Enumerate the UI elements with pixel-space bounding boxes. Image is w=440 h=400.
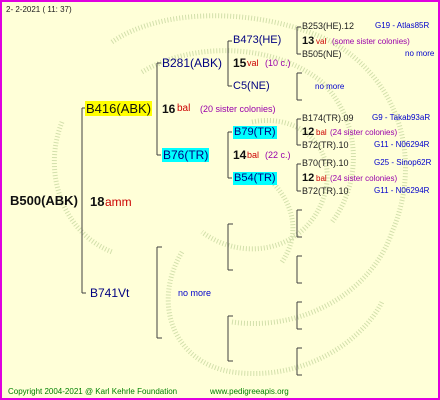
g2-b-queen-name[interactable]: B76(TR) [162,148,210,162]
g4-a1-queen-name[interactable]: B253(HE).12 [302,22,354,31]
g4-c2-sister-note: (24 sister colonies) [330,128,398,137]
g4-c2-line-code: bal [316,128,327,137]
g1-bottom-queen-name[interactable]: B741Vt [90,287,129,299]
g1-top-queen-name[interactable]: B416(ABK) [85,101,153,116]
g4-c1-queen-name[interactable]: B174(TR).09 [302,114,354,123]
g3-a-generation-number: 15 [233,56,247,70]
pedigree-chart: 2- 2-2021 ( 11: 37) B500(ABK) 18 amm B41… [0,0,440,400]
g3-c-generation-number: 14 [233,148,247,162]
root-queen-name[interactable]: B500(ABK) [10,194,78,207]
g4-d2-generation-number: 12 [302,172,315,184]
g3-b-queen-name[interactable]: C5(NE) [233,81,270,92]
g1-top-sister-note: (20 sister colonies) [200,104,276,114]
g4-a3-queen-name[interactable]: B505(NE) [302,50,342,59]
g4-c2-generation-number: 12 [302,126,315,138]
g4-c3-reference: G11 - N06294R [374,140,430,149]
g3-d-queen-name[interactable]: B54(TR) [233,172,277,185]
g4-d3-queen-name[interactable]: B72(TR).10 [302,187,349,196]
g4-d1-reference: G25 - Sinop62R [374,158,432,167]
g4-a2-generation-number: 13 [302,35,315,47]
g4-d1-queen-name[interactable]: B70(TR).10 [302,159,349,168]
g4-d2-sister-note: (24 sister colonies) [330,174,398,183]
root-generation-number: 18 [90,194,105,209]
g4-b1-no-more: no more [315,82,345,91]
g4-c3-queen-name[interactable]: B72(TR).10 [302,141,349,150]
date-header: 2- 2-2021 ( 11: 37) [6,5,72,14]
g4-a3-reference: no more [405,49,435,58]
g3-a-queen-name[interactable]: B473(HE) [233,35,281,46]
g3-c-line-code: bal [247,150,260,160]
g1-bottom-no-more: no more [178,288,212,298]
website-link[interactable]: www.pedigreeapis.org [210,388,289,396]
g3-a-line-code: val [247,58,259,68]
g4-d3-reference: G11 - N06294R [374,186,430,195]
g4-d2-line-code: bal [316,174,327,183]
g4-a1-reference: G19 - Atlas85R [375,21,430,30]
g2-a-queen-name[interactable]: B281(ABK) [162,57,222,69]
g1-top-generation-number: 16 [162,102,176,116]
g4-c1-reference: G9 - Takab93aR [372,113,431,122]
copyright-notice: Copyright 2004-2021 @ Karl Kehrle Founda… [8,387,178,396]
root-line-code: amm [105,195,132,209]
g1-top-line-code: bal [177,103,191,114]
g4-a2-sister-note: (some sister colonies) [332,37,410,46]
g3-c-queen-name[interactable]: B79(TR) [233,126,277,139]
g3-c-sister-note: (22 c.) [265,150,291,160]
g4-a2-line-code: val [316,37,327,46]
g3-a-sister-note: (10 c.) [265,58,291,68]
